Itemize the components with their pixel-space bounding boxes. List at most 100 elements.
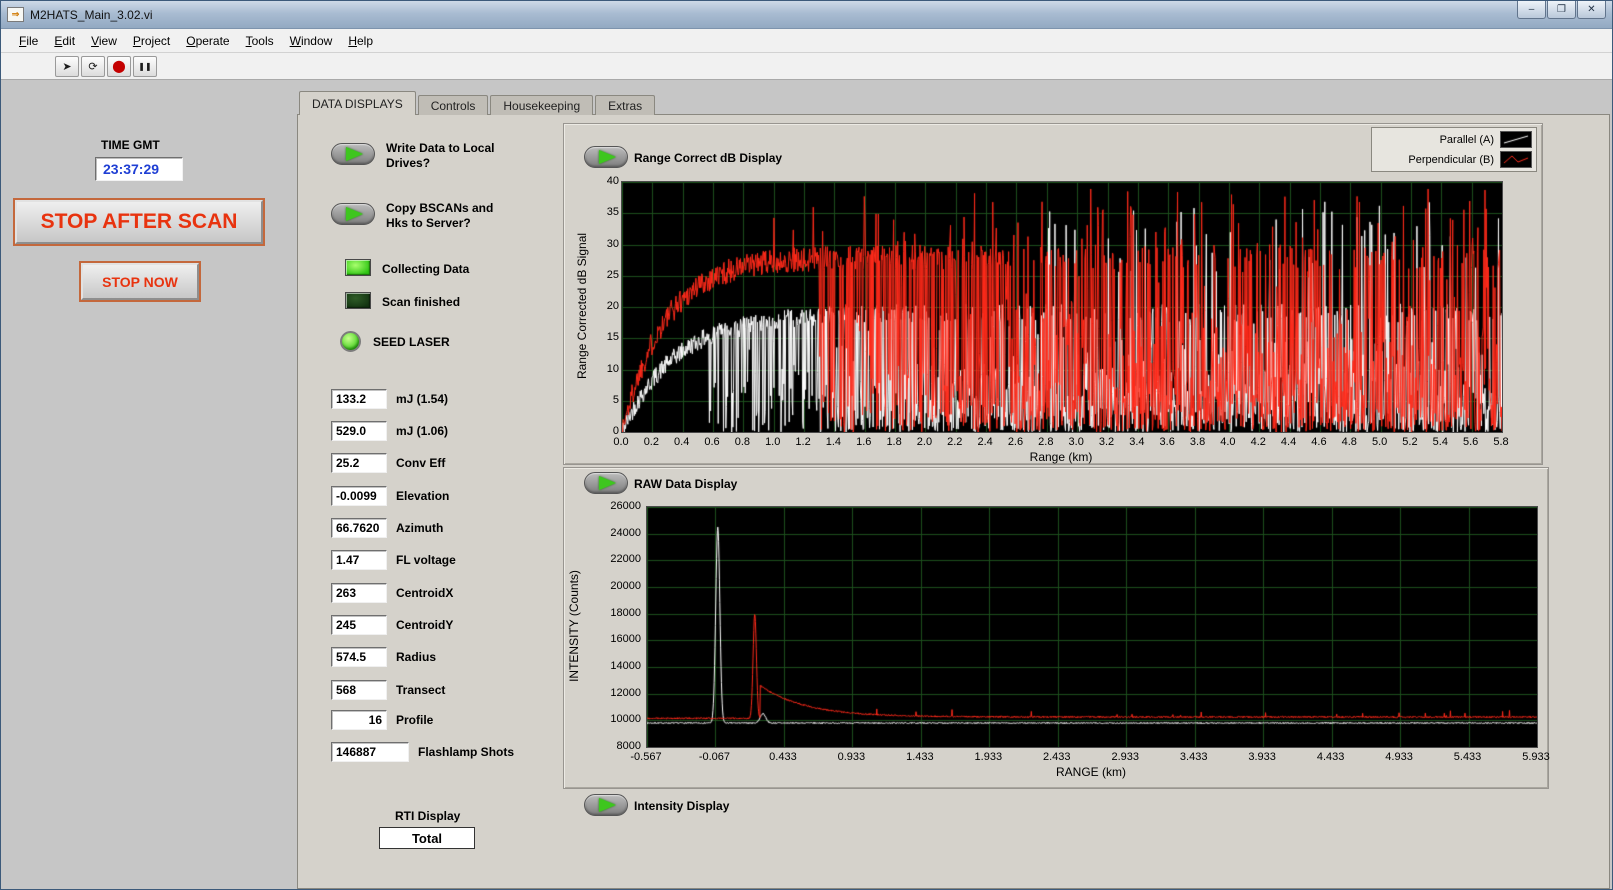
field-centroid-x: 263 CentroidX — [331, 583, 453, 603]
legend-parallel-a-label: Parallel (A) — [1440, 134, 1494, 146]
stop-after-scan-button[interactable]: STOP AFTER SCAN — [15, 200, 263, 244]
field-transect: 568 Transect — [331, 680, 445, 700]
legend-perpendicular-b-label: Perpendicular (B) — [1408, 154, 1494, 166]
intensity-display-toggle[interactable] — [584, 794, 628, 816]
x-axis-tick-label: 5.8 — [1471, 436, 1531, 448]
abort-icon: ⬤ — [112, 59, 125, 73]
menu-window[interactable]: Window — [282, 31, 341, 51]
conv-eff-label: Conv Eff — [396, 453, 445, 470]
range-corrected-db-plot — [621, 181, 1503, 433]
raw-data-toggle[interactable] — [584, 472, 628, 494]
raw-chart-x-ticks: -0.567-0.0670.4330.9331.4331.9332.4332.9… — [646, 751, 1536, 765]
range-correct-db-toggle[interactable] — [584, 146, 628, 168]
menu-tools[interactable]: Tools — [238, 31, 282, 51]
scan-finished-label: Scan finished — [382, 295, 460, 309]
x-axis-tick-label: 0.933 — [821, 751, 881, 763]
radius-value[interactable]: 574.5 — [331, 647, 387, 667]
x-axis-tick-label: 0.433 — [753, 751, 813, 763]
x-axis-tick-label: 4.433 — [1301, 751, 1361, 763]
plot-legend: Parallel (A) Perpendicular (B) — [1371, 127, 1537, 172]
field-conv-eff: 25.2 Conv Eff — [331, 453, 445, 473]
write-data-toggle[interactable] — [331, 143, 375, 165]
menu-help[interactable]: Help — [340, 31, 381, 51]
transect-value[interactable]: 568 — [331, 680, 387, 700]
field-azimuth: 66.7620 Azimuth — [331, 518, 443, 538]
time-gmt-display: 23:37:29 — [95, 157, 183, 181]
toggle-arrow-icon — [346, 207, 363, 221]
raw-intensity-plot — [646, 506, 1538, 748]
db-chart-y-ticks: 0510152025303540 — [591, 181, 619, 431]
y-axis-tick-label: 20000 — [610, 580, 641, 592]
elevation-label: Elevation — [396, 486, 449, 503]
x-axis-tick-label: 4.933 — [1369, 751, 1429, 763]
azimuth-value[interactable]: 66.7620 — [331, 518, 387, 538]
parallel-a-line-swatch — [1500, 131, 1532, 148]
run-continuous-button[interactable]: ⟳ — [81, 56, 105, 77]
mj-1-06-label: mJ (1.06) — [396, 421, 448, 438]
close-button[interactable]: ✕ — [1577, 1, 1606, 19]
minimize-button[interactable]: – — [1517, 1, 1546, 19]
raw-chart-x-axis-label: RANGE (km) — [646, 765, 1536, 779]
flashlamp-shots-label: Flashlamp Shots — [418, 742, 514, 759]
toggle-arrow-icon — [599, 798, 616, 812]
seed-laser-led — [340, 331, 361, 352]
scan-finished-led — [345, 292, 371, 309]
y-axis-tick-label: 20 — [607, 300, 619, 312]
menu-operate[interactable]: Operate — [178, 31, 237, 51]
centroid-x-value[interactable]: 263 — [331, 583, 387, 603]
run-button[interactable]: ➤ — [55, 56, 79, 77]
tab-housekeeping[interactable]: Housekeeping — [490, 95, 593, 115]
mj-1-06-value[interactable]: 529.0 — [331, 421, 387, 441]
field-fl-voltage: 1.47 FL voltage — [331, 550, 456, 570]
db-chart-x-ticks: 0.00.20.40.60.81.01.21.41.61.82.02.22.42… — [621, 436, 1501, 450]
field-elevation: -0.0099 Elevation — [331, 486, 449, 506]
centroid-y-label: CentroidY — [396, 615, 453, 632]
profile-value[interactable]: 16 — [331, 710, 387, 730]
tab-controls[interactable]: Controls — [418, 95, 489, 115]
centroid-x-label: CentroidX — [396, 583, 453, 600]
menu-edit[interactable]: Edit — [46, 31, 83, 51]
db-chart-x-axis-label: Range (km) — [621, 450, 1501, 464]
y-axis-tick-label: 18000 — [610, 607, 641, 619]
copy-bscans-toggle[interactable] — [331, 203, 375, 225]
menu-view[interactable]: View — [83, 31, 125, 51]
raw-chart-y-ticks: 8000100001200014000160001800020000220002… — [593, 506, 641, 746]
centroid-y-value[interactable]: 245 — [331, 615, 387, 635]
legend-perpendicular-b[interactable]: Perpendicular (B) — [1376, 151, 1532, 168]
field-radius: 574.5 Radius — [331, 647, 436, 667]
y-axis-tick-label: 10 — [607, 363, 619, 375]
tab-extras[interactable]: Extras — [595, 95, 655, 115]
menu-project[interactable]: Project — [125, 31, 178, 51]
y-axis-tick-label: 15 — [607, 331, 619, 343]
field-mj-1-06: 529.0 mJ (1.06) — [331, 421, 448, 441]
x-axis-tick-label: 5.433 — [1438, 751, 1498, 763]
stop-now-button[interactable]: STOP NOW — [81, 263, 199, 300]
radius-label: Radius — [396, 647, 436, 664]
y-axis-tick-label: 26000 — [610, 500, 641, 512]
legend-parallel-a[interactable]: Parallel (A) — [1376, 131, 1532, 148]
raw-data-label: RAW Data Display — [634, 477, 737, 491]
field-centroid-y: 245 CentroidY — [331, 615, 453, 635]
x-axis-tick-label: 3.433 — [1164, 751, 1224, 763]
maximize-button[interactable]: ❐ — [1547, 1, 1576, 19]
menu-bar: File Edit View Project Operate Tools Win… — [1, 29, 1612, 53]
y-axis-tick-label: 24000 — [610, 527, 641, 539]
mj-1-54-label: mJ (1.54) — [396, 389, 448, 406]
toggle-arrow-icon — [599, 476, 616, 490]
abort-button[interactable]: ⬤ — [107, 56, 131, 77]
rti-display-select[interactable]: Total — [379, 827, 475, 849]
pause-button[interactable]: ❚❚ — [133, 56, 157, 77]
collecting-data-led — [345, 259, 371, 276]
mj-1-54-value[interactable]: 133.2 — [331, 389, 387, 409]
menu-file[interactable]: File — [11, 31, 46, 51]
tab-data-displays[interactable]: DATA DISPLAYS — [299, 91, 416, 115]
elevation-value[interactable]: -0.0099 — [331, 486, 387, 506]
run-icon: ➤ — [62, 60, 71, 73]
fl-voltage-value[interactable]: 1.47 — [331, 550, 387, 570]
conv-eff-value[interactable]: 25.2 — [331, 453, 387, 473]
x-axis-tick-label: 5.933 — [1506, 751, 1566, 763]
write-data-label: Write Data to Local Drives? — [386, 141, 536, 171]
intensity-display-label: Intensity Display — [634, 799, 729, 813]
flashlamp-shots-value[interactable]: 146887 — [331, 742, 409, 762]
collecting-data-label: Collecting Data — [382, 262, 469, 276]
